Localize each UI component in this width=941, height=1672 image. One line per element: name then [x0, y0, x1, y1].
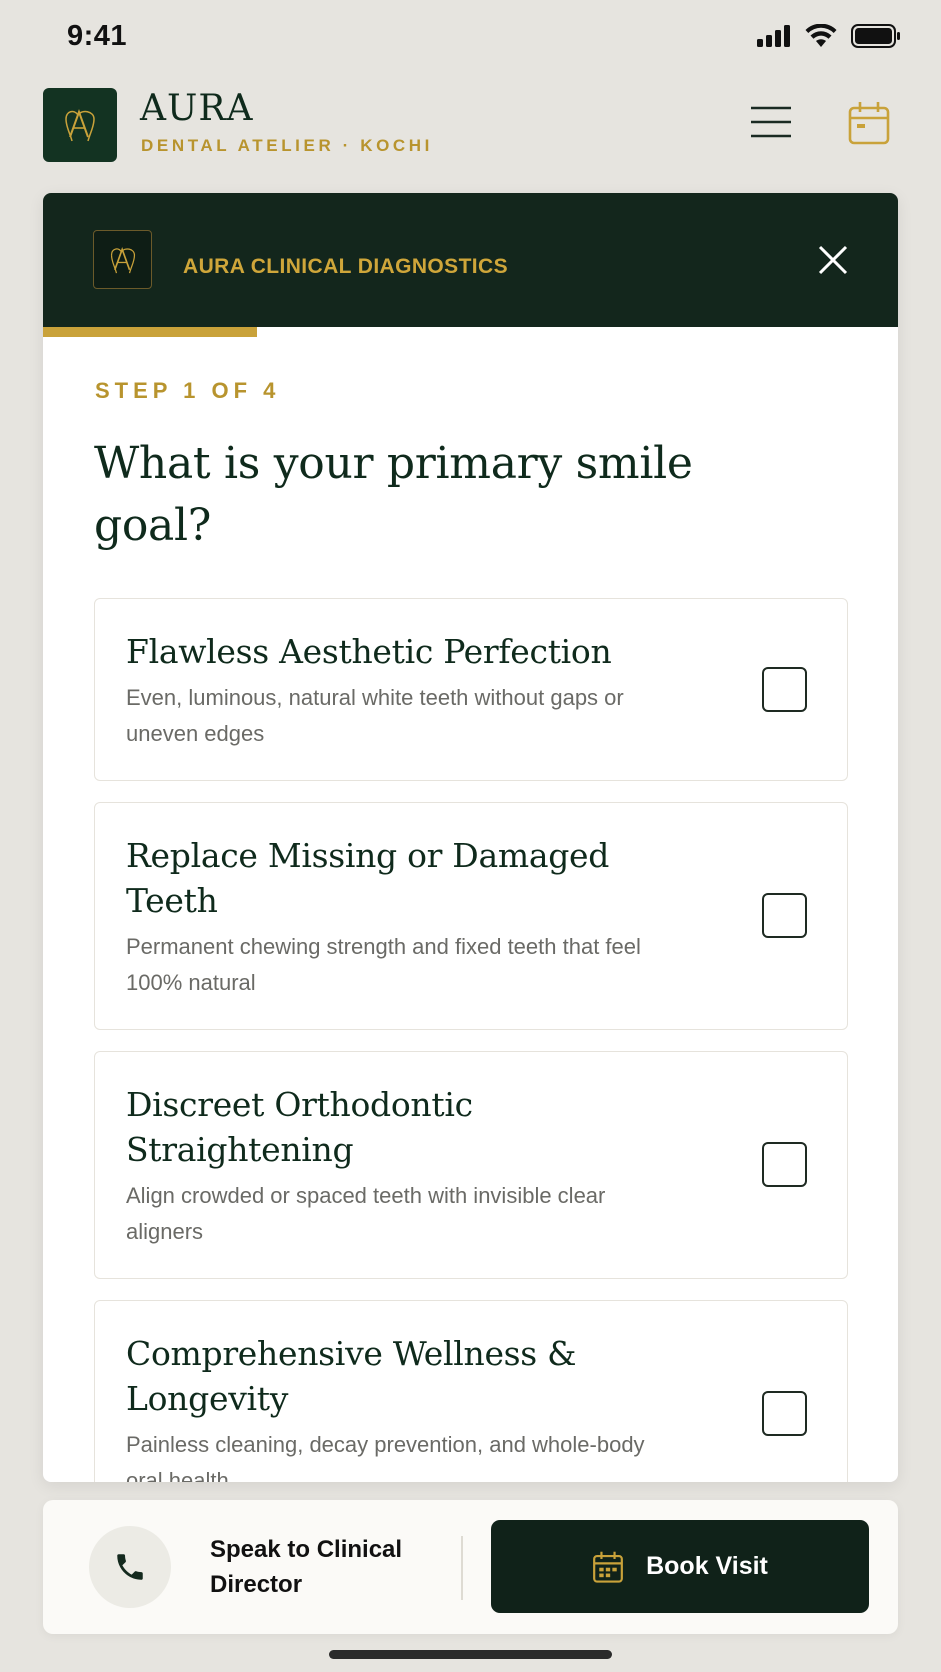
option-checkbox[interactable] — [762, 893, 807, 938]
step-label: STEP 1 OF 4 — [95, 378, 281, 403]
close-button[interactable] — [816, 243, 850, 277]
app-screen: 9:41 AURA DENTAL ATELIER · KOCHI AURA CL… — [0, 0, 941, 1672]
book-visit-button[interactable]: Book Visit — [491, 1520, 869, 1613]
modal-logo — [93, 230, 152, 289]
modal-logo-icon — [110, 246, 135, 273]
option-title: Flawless Aesthetic Perfection — [126, 632, 612, 671]
call-button[interactable] — [89, 1526, 171, 1608]
bottom-action-bar: Speak to Clinical Director Book Visit — [43, 1500, 898, 1634]
modal-header: AURA CLINICAL DIAGNOSTICS — [43, 193, 898, 327]
option-description: Painless cleaning, decay prevention, and… — [126, 1432, 645, 1482]
speak-to-director-link[interactable]: Speak to Clinical Director — [210, 1532, 450, 1602]
home-indicator[interactable] — [329, 1650, 612, 1659]
progress-bar — [43, 327, 898, 337]
phone-icon — [117, 1554, 143, 1580]
option-title: Replace Missing or Damaged Teeth — [126, 836, 610, 920]
option-description: Permanent chewing strength and fixed tee… — [126, 934, 641, 995]
brand-name: AURA — [140, 88, 254, 129]
calendar-icon — [593, 1551, 624, 1583]
modal-title: AURA CLINICAL DIAGNOSTICS — [183, 255, 508, 278]
option-checkbox[interactable] — [762, 1391, 807, 1436]
option-description: Align crowded or spaced teeth with invis… — [126, 1183, 606, 1244]
options-list: Flawless Aesthetic Perfection Even, lumi… — [94, 598, 848, 1482]
menu-icon — [751, 106, 791, 138]
status-icons — [757, 24, 901, 48]
close-icon — [818, 245, 848, 275]
brand-logo[interactable] — [43, 88, 117, 162]
option-title: Comprehensive Wellness & Longevity — [126, 1334, 577, 1418]
question-title: What is your primary smile goal? — [94, 438, 693, 551]
brand-logo-icon — [65, 109, 95, 142]
option-card[interactable]: Replace Missing or Damaged Teeth Permane… — [94, 802, 848, 1030]
progress-fill — [43, 327, 257, 337]
battery-icon — [851, 24, 900, 48]
status-time: 9:41 — [67, 20, 128, 52]
menu-button[interactable] — [749, 102, 793, 142]
calendar-icon — [848, 102, 890, 145]
wifi-icon — [805, 24, 837, 47]
option-card[interactable]: Comprehensive Wellness & Longevity Painl… — [94, 1300, 848, 1482]
status-bar: 9:41 — [0, 0, 941, 78]
option-card[interactable]: Flawless Aesthetic Perfection Even, lumi… — [94, 598, 848, 781]
diagnostics-modal: AURA CLINICAL DIAGNOSTICS STEP 1 OF 4 Wh… — [43, 193, 898, 1482]
book-visit-label: Book Visit — [646, 1552, 768, 1580]
calendar-button[interactable] — [847, 100, 891, 146]
divider — [461, 1536, 463, 1600]
option-checkbox[interactable] — [762, 666, 807, 712]
brand-subtitle: DENTAL ATELIER · KOCHI — [141, 136, 434, 155]
option-checkbox[interactable] — [762, 1142, 807, 1187]
option-description: Even, luminous, natural white teeth with… — [126, 685, 624, 746]
option-card[interactable]: Discreet Orthodontic Straightening Align… — [94, 1051, 848, 1279]
option-title: Discreet Orthodontic Straightening — [126, 1085, 473, 1169]
app-header: AURA DENTAL ATELIER · KOCHI — [43, 86, 898, 162]
cellular-signal-icon — [757, 25, 790, 47]
